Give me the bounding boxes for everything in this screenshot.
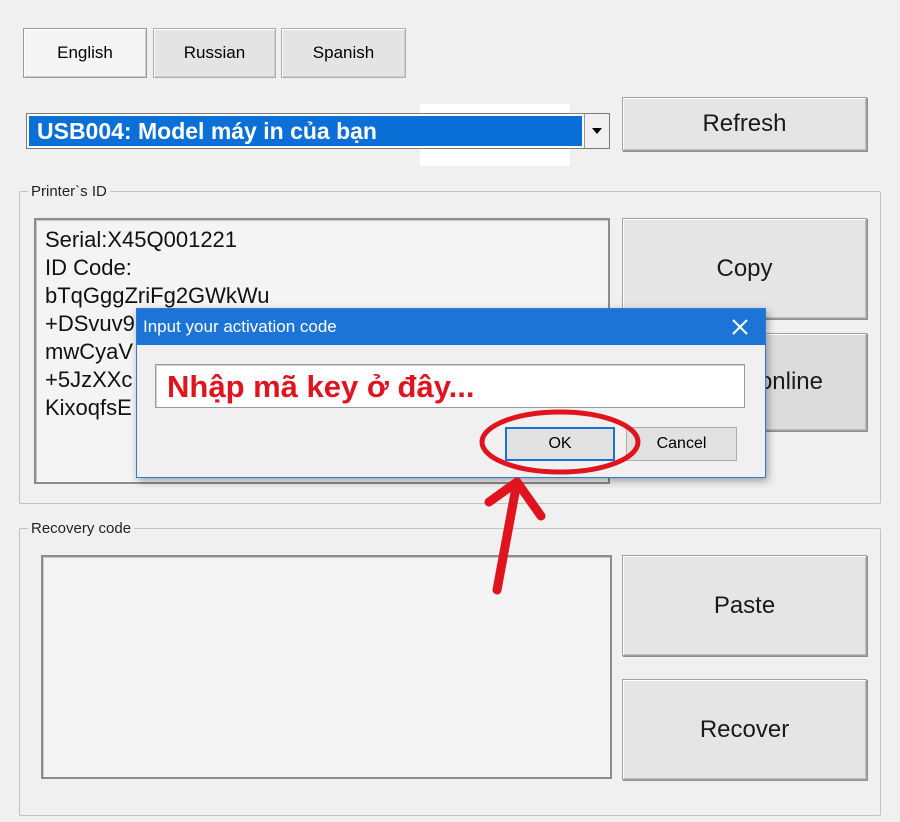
ok-highlight-circle [479, 409, 641, 475]
arrow-icon [484, 477, 546, 595]
annotation-overlay [479, 409, 641, 595]
